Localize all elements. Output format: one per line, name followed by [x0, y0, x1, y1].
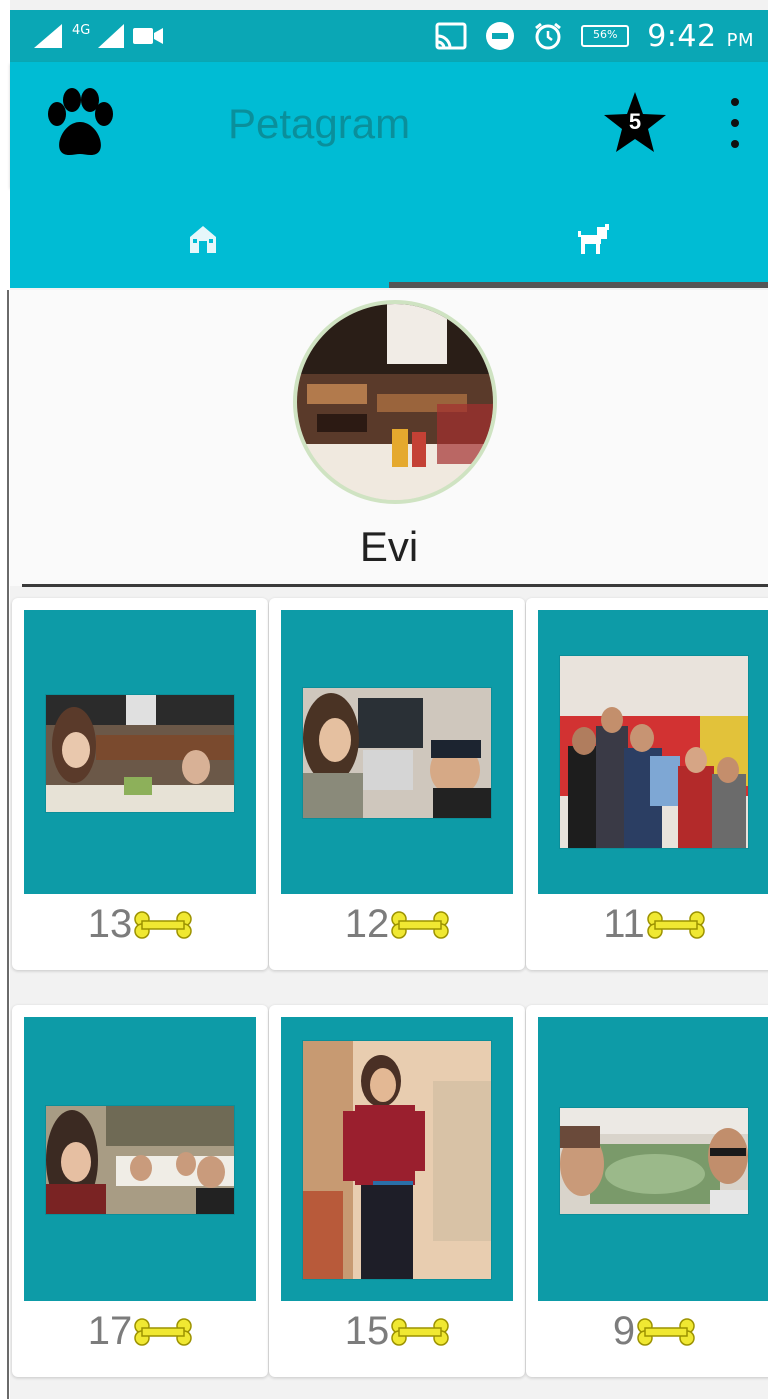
- clock: 9:42 PM: [647, 19, 754, 54]
- signal-icon-2: [98, 24, 125, 48]
- favorites-count: 5: [628, 109, 642, 134]
- photo-card[interactable]: 17: [12, 1005, 268, 1377]
- cast-icon: [435, 22, 467, 50]
- likes-count: 9: [526, 1309, 768, 1354]
- menu-dot: [731, 119, 739, 127]
- pet-photo: [560, 656, 748, 848]
- pet-photo: [303, 688, 491, 818]
- clock-time: 9:42: [647, 18, 717, 54]
- profile-header: Evi: [10, 290, 768, 586]
- photo-card[interactable]: 13: [12, 598, 268, 970]
- photo-frame: [538, 610, 768, 894]
- bone-icon[interactable]: [134, 910, 192, 940]
- house-icon: [190, 226, 216, 253]
- bone-icon[interactable]: [391, 1317, 449, 1347]
- likes-count: 11: [526, 902, 768, 947]
- app-bar: Petagram 5: [10, 62, 768, 187]
- battery-icon: 56%: [581, 25, 630, 47]
- tab-indicator: [389, 282, 768, 288]
- video-camera-icon: [133, 28, 164, 44]
- bone-icon[interactable]: [637, 1317, 695, 1347]
- divider: [22, 584, 768, 587]
- photo-card[interactable]: 11: [526, 598, 768, 970]
- profile-name: Evi: [359, 523, 419, 570]
- status-bar: 4G 56% 9:42 PM: [10, 10, 768, 62]
- likes-number: 9: [612, 1309, 636, 1353]
- screen-edge: [0, 0, 10, 1399]
- profile-avatar[interactable]: [297, 304, 493, 500]
- favorites-button[interactable]: 5: [602, 90, 668, 156]
- likes-number: 17: [87, 1309, 133, 1353]
- likes-count: 13: [12, 902, 268, 947]
- dog-icon: [578, 224, 609, 254]
- pet-photo: [560, 1108, 748, 1214]
- pet-photo: [303, 1041, 491, 1279]
- pet-photo: [46, 1106, 234, 1214]
- likes-number: 13: [87, 902, 133, 946]
- battery-percent: 56%: [592, 28, 618, 41]
- avatar-photo: [297, 304, 493, 500]
- bone-icon[interactable]: [134, 1317, 192, 1347]
- likes-number: 11: [603, 902, 645, 946]
- menu-dot: [731, 140, 739, 148]
- photo-frame: [281, 610, 513, 894]
- paw-icon: [48, 88, 113, 155]
- signal-icon: [34, 24, 62, 48]
- overflow-menu-button[interactable]: [720, 98, 750, 148]
- pet-photo: [46, 695, 234, 812]
- bone-icon[interactable]: [391, 910, 449, 940]
- app-title: Petagram: [228, 100, 411, 147]
- likes-number: 12: [344, 902, 390, 946]
- photo-card[interactable]: 9: [526, 1005, 768, 1377]
- clock-ampm: PM: [726, 29, 754, 51]
- likes-count: 12: [269, 902, 525, 947]
- alarm-icon: [535, 22, 562, 50]
- network-type-label: 4G: [72, 22, 91, 38]
- menu-dot: [731, 98, 739, 106]
- status-right-icons: 56% 9:42 PM: [435, 18, 754, 54]
- status-left-icons: 4G: [32, 20, 164, 52]
- tab-profile[interactable]: [389, 187, 768, 288]
- do-not-disturb-icon: [486, 22, 515, 50]
- photo-frame: [24, 1017, 256, 1301]
- likes-count: 15: [269, 1309, 525, 1354]
- photo-frame: [538, 1017, 768, 1301]
- photo-card[interactable]: 15: [269, 1005, 525, 1377]
- likes-number: 15: [344, 1309, 390, 1353]
- tab-bar: [10, 187, 768, 288]
- photo-card[interactable]: 12: [269, 598, 525, 970]
- photo-frame: [281, 1017, 513, 1301]
- photo-frame: [24, 610, 256, 894]
- likes-count: 17: [12, 1309, 268, 1354]
- tab-home[interactable]: [10, 187, 389, 288]
- bone-icon[interactable]: [647, 910, 705, 940]
